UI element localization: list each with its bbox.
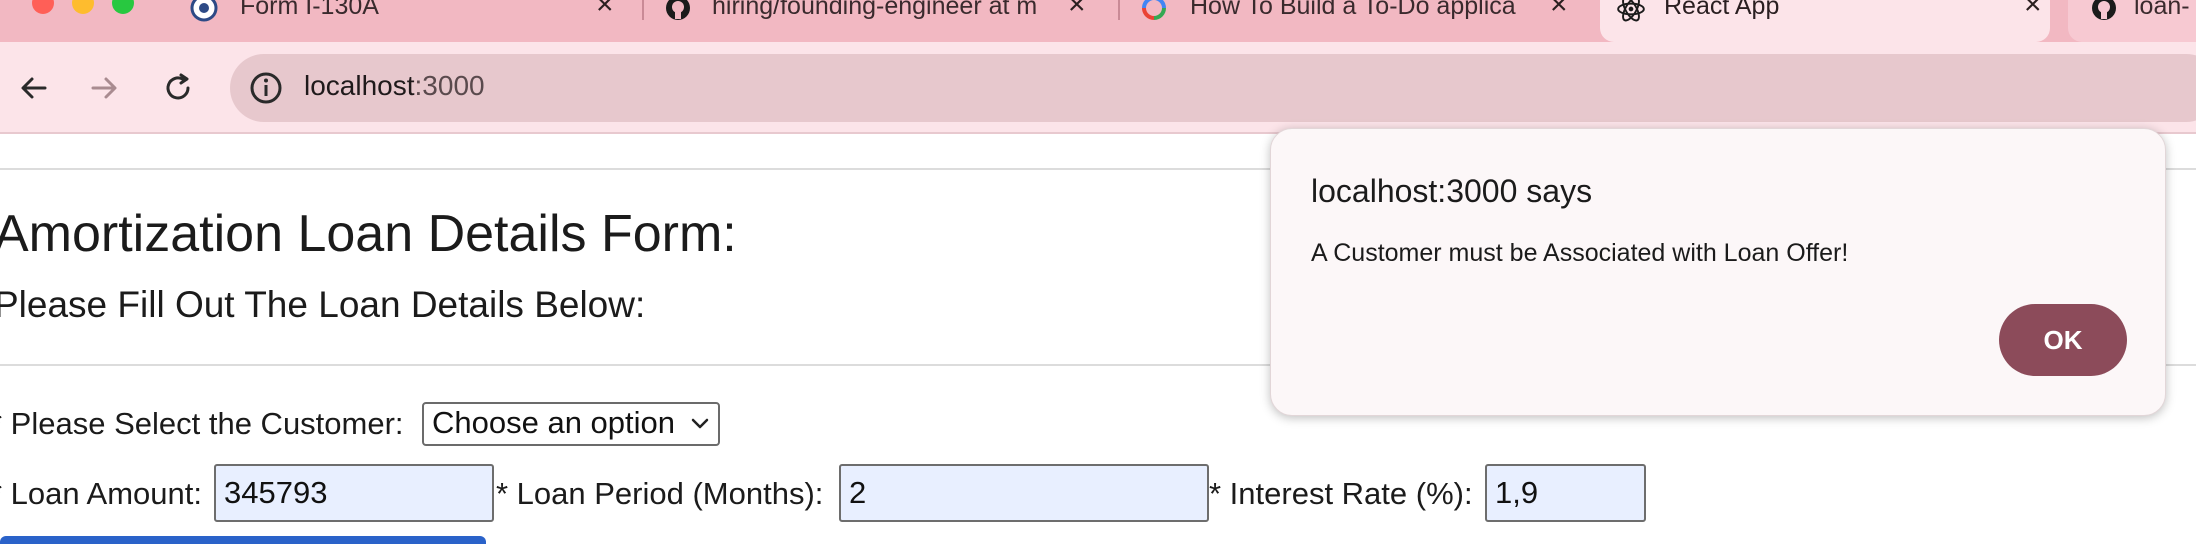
uscis-seal-icon (190, 0, 218, 22)
chevron-down-icon (691, 418, 709, 429)
tab-separator (642, 0, 644, 20)
tab-todo-app[interactable]: How To Build a To-Do applica × (1140, 0, 1580, 42)
page-subtitle: Please Fill Out The Loan Details Below: (0, 284, 646, 325)
back-button[interactable] (10, 64, 58, 112)
address-url[interactable]: localhost:3000 (304, 70, 485, 102)
window-maximize-control[interactable] (112, 0, 134, 14)
close-icon[interactable]: × (1068, 0, 1086, 20)
loan-amount-input[interactable]: 345793 (214, 464, 494, 522)
interest-rate-label: * Interest Rate (%): (1209, 476, 1473, 511)
reload-button[interactable] (154, 64, 202, 112)
forward-button[interactable] (80, 64, 128, 112)
tab-separator (1118, 0, 1120, 20)
github-icon (2092, 0, 2116, 20)
url-port: :3000 (414, 70, 485, 101)
tab-title: How To Build a To-Do applica (1190, 0, 1516, 20)
dialog-message: A Customer must be Associated with Loan … (1311, 239, 1849, 267)
browser-toolbar: localhost:3000 (0, 42, 2196, 134)
arrow-right-icon (91, 77, 117, 99)
tab-form-i130a[interactable]: Form I-130A × (190, 0, 630, 42)
page-title: Amortization Loan Details Form: (0, 205, 737, 263)
close-icon[interactable]: × (1550, 0, 1568, 20)
loan-period-label: * Loan Period (Months): (496, 476, 824, 511)
tab-title: hiring/founding-engineer at m (712, 0, 1038, 20)
customer-select-value: Choose an option (432, 405, 676, 440)
tab-title: React App (1664, 0, 1780, 20)
tab-title: Form I-130A (240, 0, 379, 20)
tab-github-hiring[interactable]: hiring/founding-engineer at m × (664, 0, 1104, 42)
tab-strip: Form I-130A × hiring/founding-engineer a… (0, 0, 2196, 42)
window-minimize-control[interactable] (72, 0, 94, 14)
tab-title: loan- (2134, 0, 2190, 20)
reload-icon (166, 73, 190, 100)
site-info-icon[interactable] (248, 70, 284, 106)
tab-loan-github[interactable]: loan- (2068, 0, 2196, 42)
alert-dialog: localhost:3000 says A Customer must be A… (1270, 128, 2166, 416)
submit-button[interactable] (0, 536, 486, 544)
window-close-control[interactable] (32, 0, 54, 14)
github-icon (666, 0, 690, 20)
loan-period-input[interactable]: 2 (839, 464, 1209, 522)
react-icon (1617, 0, 1645, 22)
dialog-title: localhost:3000 says (1311, 173, 1593, 209)
close-icon[interactable]: × (2024, 0, 2042, 20)
ok-button[interactable]: OK (1999, 304, 2127, 376)
google-cloud-icon (1142, 0, 1166, 20)
tab-react-app-active[interactable]: React App × (1600, 0, 2050, 42)
interest-rate-input[interactable]: 1,9 (1485, 464, 1646, 522)
address-bar[interactable]: localhost:3000 (230, 54, 2196, 122)
arrow-left-icon (21, 77, 47, 99)
close-icon[interactable]: × (596, 0, 614, 20)
customer-select[interactable]: Choose an option (422, 402, 720, 446)
loan-amount-label: * Loan Amount: (0, 476, 202, 511)
customer-label: * Please Select the Customer: (0, 406, 404, 441)
url-host: localhost (304, 70, 415, 101)
